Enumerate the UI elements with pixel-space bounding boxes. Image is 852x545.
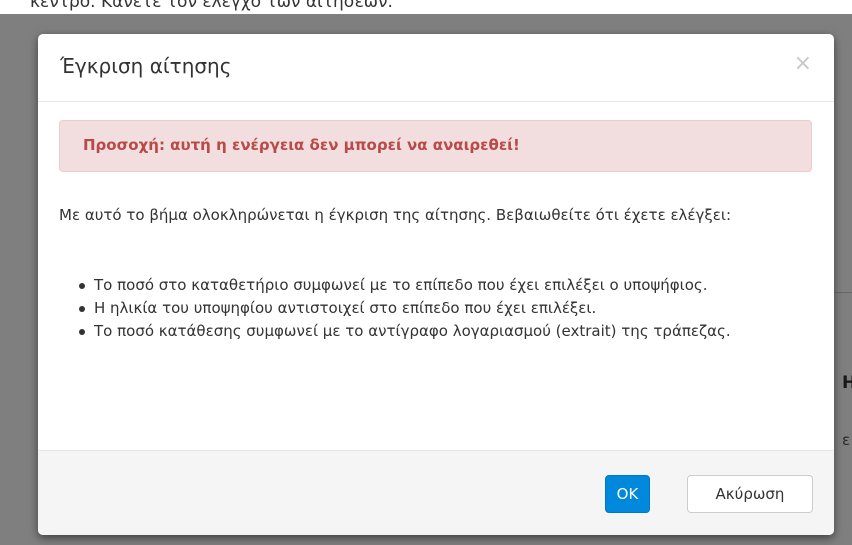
warning-alert-text: Προσοχή: αυτή η ενέργεια δεν μπορεί να α… [83, 136, 520, 154]
close-icon[interactable]: × [794, 53, 812, 75]
modal-title: Έγκριση αίτησης [60, 54, 232, 78]
ok-button[interactable]: OK [605, 475, 650, 513]
bullet-icon [79, 283, 85, 289]
modal-footer: OK Ακύρωση [38, 450, 834, 535]
checklist-item: Το ποσό στο καταθετήριο συμφωνεί με το ε… [79, 274, 779, 297]
cancel-button[interactable]: Ακύρωση [687, 475, 813, 513]
modal-header: Έγκριση αίτησης × [38, 34, 834, 102]
checklist: Το ποσό στο καταθετήριο συμφωνεί με το ε… [79, 274, 779, 343]
warning-alert: Προσοχή: αυτή η ενέργεια δεν μπορεί να α… [59, 120, 812, 172]
checklist-item-text: Η ηλικία του υποψηφίου αντιστοιχεί στο ε… [94, 299, 597, 317]
bullet-icon [79, 306, 85, 312]
bullet-icon [79, 329, 85, 335]
background-text: κεντρο. Κάνετε τον έλεγχο των αιτήσεων. [30, 0, 393, 12]
checklist-item: Το ποσό κατάθεσης συμφωνεί με το αντίγρα… [79, 320, 779, 343]
checklist-item-text: Το ποσό στο καταθετήριο συμφωνεί με το ε… [94, 276, 708, 294]
intro-text: Με αυτό το βήμα ολοκληρώνεται η έγκριση … [59, 206, 732, 224]
approval-modal: Έγκριση αίτησης × Προσοχή: αυτή η ενέργε… [38, 34, 834, 535]
checklist-item-text: Το ποσό κατάθεσης συμφωνεί με το αντίγρα… [94, 322, 731, 340]
checklist-item: Η ηλικία του υποψηφίου αντιστοιχεί στο ε… [79, 297, 779, 320]
